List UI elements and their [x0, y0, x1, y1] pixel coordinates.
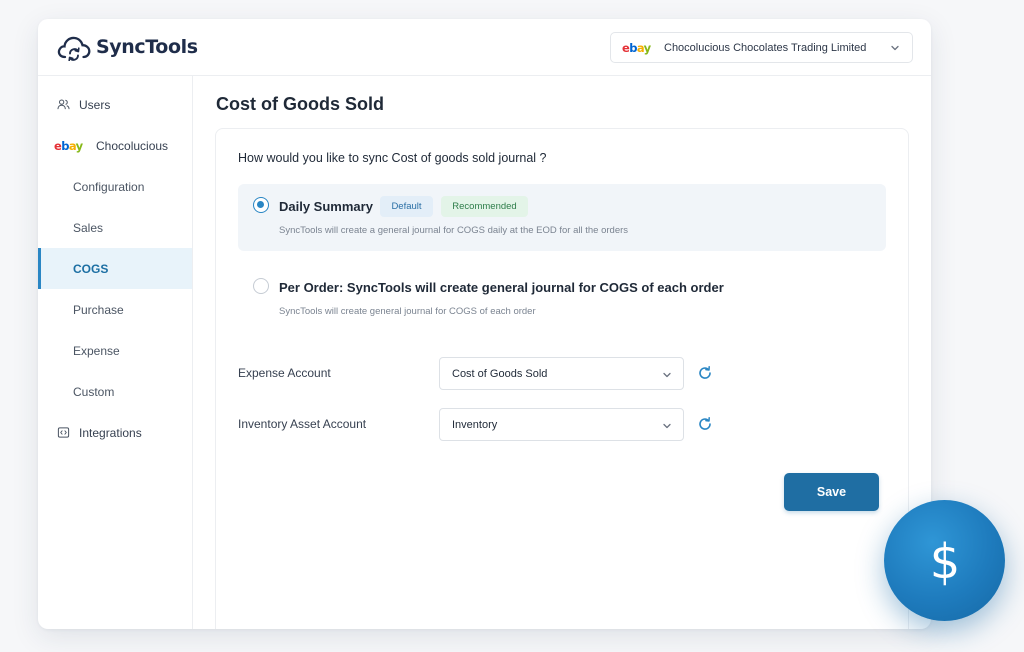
chevron-down-icon [663, 372, 671, 378]
inventory-account-label: Inventory Asset Account [238, 417, 367, 431]
inventory-account-value: Inventory [452, 418, 498, 431]
sidebar-item-users[interactable]: Users [38, 84, 192, 125]
sidebar-item-integrations[interactable]: Integrations [38, 412, 192, 453]
sidebar-item-label: Configuration [73, 179, 145, 194]
ebay-logo: ebay [54, 139, 84, 153]
main-content: Cost of Goods Sold How would you like to… [193, 76, 931, 629]
svg-text:ebay: ebay [622, 41, 652, 55]
brand-name: SyncTools [96, 36, 198, 58]
page-title: Cost of Goods Sold [216, 94, 384, 114]
sidebar-item-label: Expense [73, 343, 120, 358]
dollar-sign-glyph: $ [929, 534, 960, 590]
sidebar-item-label: Purchase [73, 302, 124, 317]
brand-logo[interactable]: SyncTools [56, 33, 198, 61]
cogs-settings-card: How would you like to sync Cost of goods… [215, 128, 909, 629]
sidebar-item-label: COGS [73, 261, 109, 276]
sidebar-item-purchase[interactable]: Purchase [38, 289, 192, 330]
sidebar-item-label: Integrations [79, 425, 142, 440]
radio-daily-summary[interactable] [253, 197, 269, 213]
expense-account-label: Expense Account [238, 366, 331, 380]
expense-account-select[interactable]: Cost of Goods Sold [439, 357, 684, 390]
sync-question: How would you like to sync Cost of goods… [238, 151, 547, 165]
option-description: SyncTools will create general journal fo… [279, 306, 536, 317]
chevron-down-icon [891, 45, 899, 51]
sidebar-item-custom[interactable]: Custom [38, 371, 192, 412]
save-button[interactable]: Save [784, 473, 879, 511]
dollar-coin-icon: $ [884, 500, 1005, 621]
sidebar-item-expense[interactable]: Expense [38, 330, 192, 371]
sidebar-item-cogs[interactable]: COGS [38, 248, 192, 289]
sidebar-item-sales[interactable]: Sales [38, 207, 192, 248]
option-title: Per Order: SyncTools will create general… [279, 280, 724, 295]
users-icon [57, 99, 70, 110]
sidebar-item-label: Custom [73, 384, 115, 399]
chevron-down-icon [663, 423, 671, 429]
inventory-account-select[interactable]: Inventory [439, 408, 684, 441]
default-badge: Default [380, 196, 433, 217]
sidebar: Users ebay Chocolucious Configuration Sa… [38, 76, 193, 629]
code-icon [57, 427, 70, 438]
option-description: SyncTools will create a general journal … [279, 225, 629, 236]
sidebar-item-label: Users [79, 97, 111, 112]
sidebar-item-label: Chocolucious [96, 138, 169, 153]
cloud-sync-icon [57, 36, 91, 61]
option-per-order[interactable]: Per Order: SyncTools will create general… [238, 265, 886, 332]
refresh-icon[interactable] [697, 365, 713, 381]
account-selector[interactable]: ebay Chocolucious Chocolates Trading Lim… [610, 32, 913, 63]
account-name: Chocolucious Chocolates Trading Limited [664, 41, 867, 54]
sidebar-item-configuration[interactable]: Configuration [38, 166, 192, 207]
option-daily-summary[interactable]: Daily Summary Default Recommended SyncTo… [238, 184, 886, 251]
refresh-icon[interactable] [697, 416, 713, 432]
radio-per-order[interactable] [253, 278, 269, 294]
option-title: Daily Summary [279, 199, 373, 214]
ebay-logo: ebay [622, 41, 652, 55]
expense-account-value: Cost of Goods Sold [452, 367, 548, 380]
top-bar: SyncTools ebay Chocolucious Chocolates T… [38, 19, 931, 76]
sidebar-item-chocolucious[interactable]: ebay Chocolucious [38, 125, 192, 166]
app-window: SyncTools ebay Chocolucious Chocolates T… [38, 19, 931, 629]
recommended-badge: Recommended [441, 196, 528, 217]
svg-text:$: $ [929, 534, 960, 590]
svg-text:ebay: ebay [54, 139, 84, 153]
sidebar-item-label: Sales [73, 220, 104, 235]
